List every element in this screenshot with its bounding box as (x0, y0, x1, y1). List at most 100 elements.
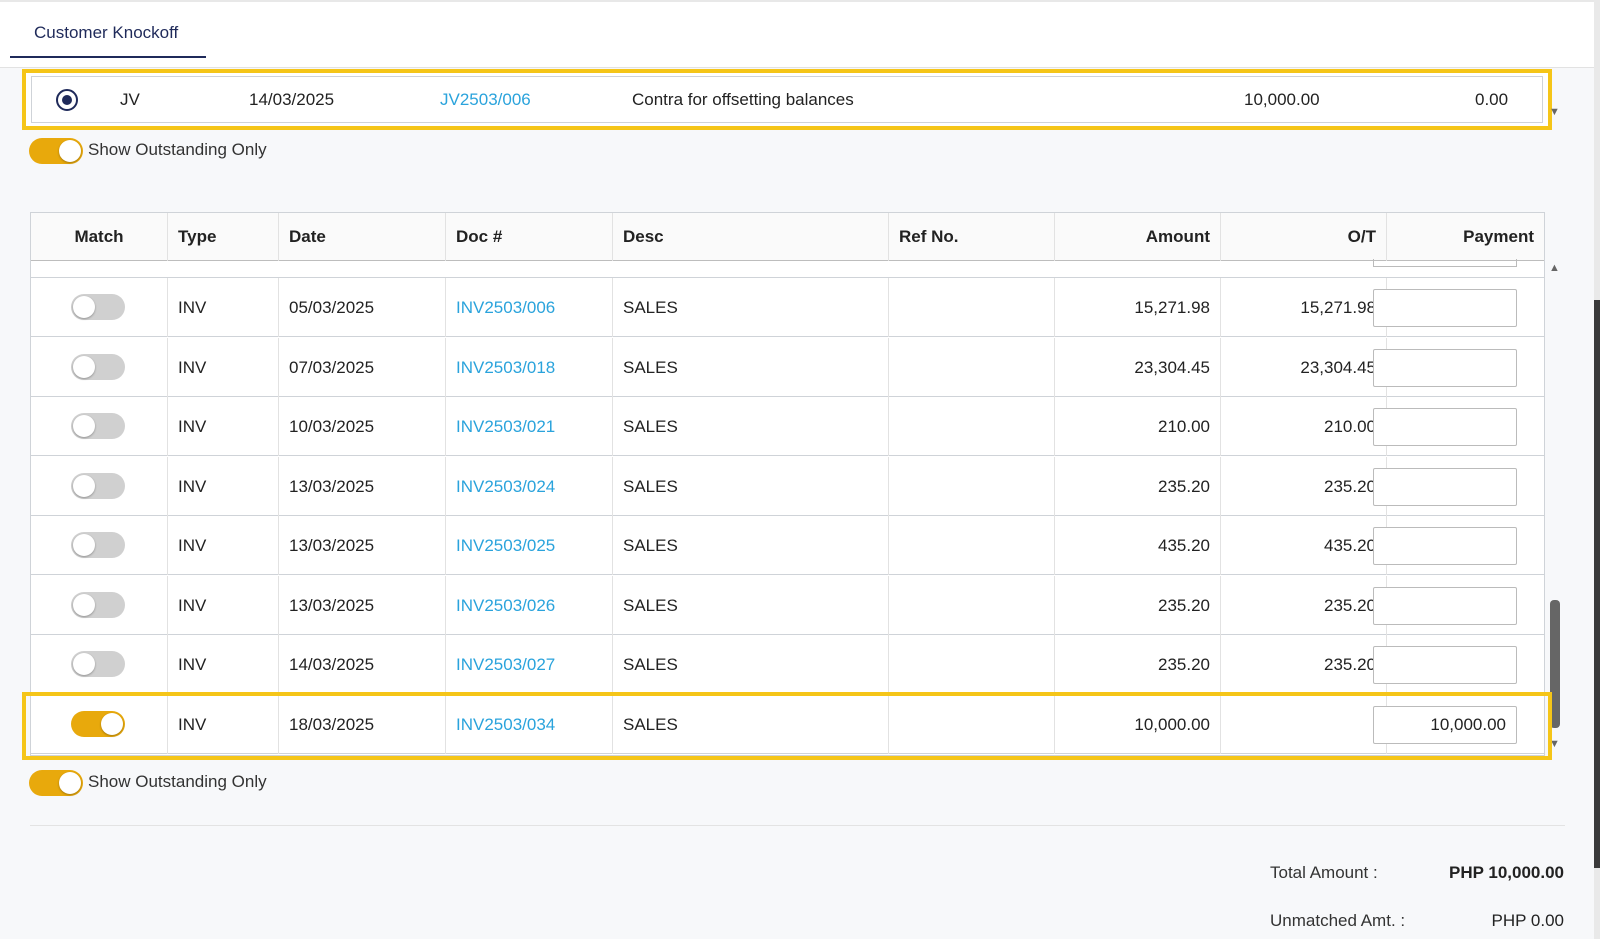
table-row[interactable]: INV 10/03/2025 INV2503/021 SALES 210.00 210.0… (31, 397, 1544, 456)
date-cell: 07/03/2025 (279, 337, 446, 397)
tab-customer-knockoff[interactable]: Customer Knockoff (10, 16, 206, 58)
doc-link[interactable]: INV2503/034 (446, 694, 613, 754)
match-toggle[interactable] (71, 532, 125, 558)
match-toggle[interactable] (71, 413, 125, 439)
col-ref[interactable]: Ref No. (889, 213, 1055, 261)
match-toggle[interactable] (71, 353, 125, 380)
show-outstanding-label-top: Show Outstanding Only (88, 140, 267, 159)
payment-input[interactable] (1373, 646, 1517, 684)
toggle-knob (59, 140, 81, 162)
jv-row[interactable]: JV 14/03/2025 JV2503/006 Contra for offs… (31, 76, 1543, 123)
toggle-knob (73, 355, 95, 378)
doc-link[interactable]: INV2503/006 (446, 278, 613, 337)
doc-link[interactable]: INV2503/024 (446, 456, 613, 516)
amount-cell: 15,271.98 (1055, 278, 1221, 337)
amount-cell: 235.20 (1055, 456, 1221, 516)
show-outstanding-toggle-bottom[interactable] (29, 770, 83, 796)
doc-link[interactable]: INV2503/021 (446, 397, 613, 456)
jv-amount: 10,000.00 (1244, 90, 1320, 109)
match-toggle[interactable] (71, 710, 125, 737)
match-cell (31, 635, 168, 694)
ot-cell: 235.20 (1221, 635, 1387, 694)
toggle-knob (73, 534, 95, 556)
table-scroll-down-icon[interactable]: ▼ (1549, 738, 1560, 750)
show-outstanding-label-bottom: Show Outstanding Only (88, 772, 267, 791)
table-row[interactable]: INV 18/03/2025 INV2503/034 SALES 10,000.00 (31, 694, 1544, 754)
ref-cell (889, 278, 1055, 337)
date-cell: 13/03/2025 (279, 575, 446, 635)
type-cell: INV (168, 694, 279, 754)
match-toggle[interactable] (71, 472, 125, 499)
date-cell: 18/03/2025 (279, 694, 446, 754)
show-outstanding-toggle-top[interactable] (29, 138, 83, 164)
type-cell: INV (168, 278, 279, 337)
table-row[interactable]: INV 13/03/2025 INV2503/025 SALES 435.20 435.2… (31, 516, 1544, 575)
col-match[interactable]: Match (31, 213, 168, 261)
col-date[interactable]: Date (279, 213, 446, 261)
toggle-knob (59, 772, 81, 794)
match-cell (31, 456, 168, 516)
jv-doc-link[interactable]: JV2503/006 (440, 90, 531, 110)
type-cell: INV (168, 337, 279, 397)
table-row[interactable]: INV 13/03/2025 INV2503/024 SALES 235.20 235.2… (31, 456, 1544, 516)
table-row[interactable]: INV 14/03/2025 INV2503/027 SALES 235.20 235.2… (31, 635, 1544, 694)
date-cell: 13/03/2025 (279, 516, 446, 575)
desc-cell: SALES (613, 516, 889, 575)
date-cell: 05/03/2025 (279, 278, 446, 337)
payment-input[interactable] (1373, 705, 1517, 744)
table-scrollbar-thumb[interactable] (1550, 600, 1560, 728)
table-scroll-up-icon[interactable]: ▲ (1549, 262, 1560, 274)
payment-input[interactable] (1373, 289, 1517, 327)
table-row[interactable]: INV 13/03/2025 INV2503/026 SALES 235.20 235.2… (31, 575, 1544, 635)
toggle-knob (73, 415, 95, 437)
payment-input[interactable] (1373, 586, 1517, 625)
match-cell (31, 397, 168, 456)
ot-cell: 23,304.45 (1221, 337, 1387, 397)
col-ot[interactable]: O/T (1221, 213, 1387, 261)
jv-radio-selected[interactable] (56, 89, 78, 111)
page-scrollbar-thumb[interactable] (1594, 300, 1600, 868)
payment-input[interactable] (1373, 408, 1517, 446)
payment-input-partial[interactable] (1373, 259, 1517, 267)
doc-link[interactable]: INV2503/026 (446, 575, 613, 635)
col-desc[interactable]: Desc (613, 213, 889, 261)
amount-cell: 235.20 (1055, 635, 1221, 694)
date-cell: 14/03/2025 (279, 635, 446, 694)
toggle-knob (73, 593, 95, 616)
payment-input[interactable] (1373, 467, 1517, 506)
toggle-knob (101, 712, 123, 735)
scroll-down-arrow-icon[interactable]: ▼ (1549, 106, 1560, 118)
amount-cell: 210.00 (1055, 397, 1221, 456)
table-row[interactable]: INV 05/03/2025 INV2503/006 SALES 15,271.98 15… (31, 278, 1544, 337)
col-doc[interactable]: Doc # (446, 213, 613, 261)
match-toggle[interactable] (71, 591, 125, 618)
match-toggle[interactable] (71, 294, 125, 320)
doc-link[interactable]: INV2503/027 (446, 635, 613, 694)
page-scrollbar[interactable] (1594, 0, 1600, 939)
ot-cell (1221, 694, 1387, 754)
total-amount-label: Total Amount : (1270, 863, 1378, 882)
date-cell: 10/03/2025 (279, 397, 446, 456)
col-amount[interactable]: Amount (1055, 213, 1221, 261)
match-cell (31, 575, 168, 635)
ref-cell (889, 575, 1055, 635)
ot-cell: 210.00 (1221, 397, 1387, 456)
doc-link[interactable]: INV2503/025 (446, 516, 613, 575)
amount-cell: 435.20 (1055, 516, 1221, 575)
ref-cell (889, 397, 1055, 456)
desc-cell: SALES (613, 397, 889, 456)
ot-cell: 235.20 (1221, 456, 1387, 516)
match-cell (31, 516, 168, 575)
payment-input[interactable] (1373, 348, 1517, 387)
table-row[interactable]: INV 07/03/2025 INV2503/018 SALES 23,304.45 23… (31, 337, 1544, 397)
amount-cell: 235.20 (1055, 575, 1221, 635)
doc-link[interactable]: INV2503/018 (446, 337, 613, 397)
ot-cell: 235.20 (1221, 575, 1387, 635)
toggle-knob (73, 296, 95, 318)
match-toggle[interactable] (71, 651, 125, 677)
col-type[interactable]: Type (168, 213, 279, 261)
payment-input[interactable] (1373, 527, 1517, 565)
col-payment[interactable]: Payment (1387, 213, 1544, 261)
amount-cell: 23,304.45 (1055, 337, 1221, 397)
toggle-knob (73, 474, 95, 497)
